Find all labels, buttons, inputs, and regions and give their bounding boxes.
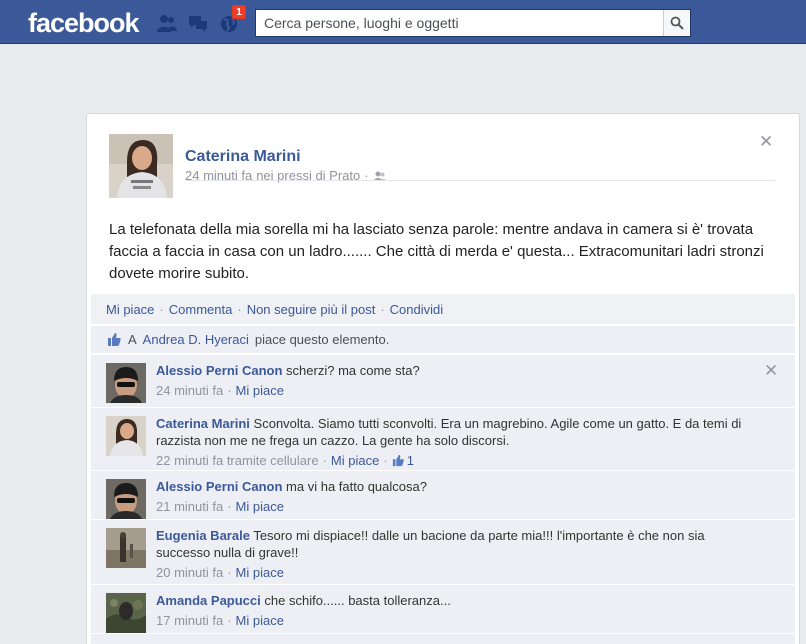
- commenter-avatar[interactable]: [106, 363, 146, 403]
- comment-link[interactable]: Commenta: [169, 302, 233, 317]
- comment-time[interactable]: 22 minuti fa tramite cellulare: [156, 452, 319, 469]
- comment-time[interactable]: 17 minuti fa: [156, 612, 223, 629]
- facebook-logo[interactable]: facebook: [28, 8, 140, 39]
- comment-time[interactable]: 21 minuti fa: [156, 498, 223, 515]
- comment-body: Alessio Perni Canon scherzi? ma come sta…: [156, 362, 756, 399]
- comment-time[interactable]: 24 minuti fa: [156, 382, 223, 399]
- comment-text: ma vi ha fatto qualcosa?: [286, 479, 427, 494]
- close-icon[interactable]: ✕: [764, 361, 778, 381]
- author-avatar[interactable]: [109, 134, 173, 198]
- comment-like-link[interactable]: Mi piace: [236, 564, 284, 581]
- comment-meta: 21 minuti fa · Mi piace: [156, 498, 756, 515]
- commenter-name[interactable]: Amanda Papucci: [156, 593, 261, 608]
- comment-item: Caterina Marini Sconvolta. Siamo tutti s…: [91, 408, 795, 470]
- comment-like-link[interactable]: Mi piace: [236, 382, 284, 399]
- header-divider: [185, 180, 775, 181]
- comment-body: Caterina Marini Sconvolta. Siamo tutti s…: [156, 415, 756, 469]
- comment-body: Alessio Perni Canon ma vi ha fatto qualc…: [156, 478, 756, 515]
- separator-dot: ·: [383, 453, 388, 468]
- post-author-name[interactable]: Caterina Marini: [185, 148, 301, 166]
- comment-like-count[interactable]: 1: [407, 452, 414, 469]
- comment-time[interactable]: 20 minuti fa: [156, 564, 223, 581]
- comment-item: Alessio Perni Canon ma vi ha fatto qualc…: [91, 471, 795, 519]
- separator-dot: ·: [380, 301, 385, 317]
- commenter-name[interactable]: Alessio Perni Canon: [156, 363, 282, 378]
- commenter-name[interactable]: Alessio Perni Canon: [156, 479, 282, 494]
- like-link[interactable]: Mi piace: [106, 302, 154, 317]
- comment-meta: 17 minuti fa · Mi piace: [156, 612, 756, 629]
- comment-item: Eugenia Barale Tesoro mi dispiace!! dall…: [91, 520, 795, 584]
- comment-body: Amanda Papucci che schifo...... basta to…: [156, 592, 756, 629]
- share-link[interactable]: Condividi: [390, 302, 443, 317]
- commenter-name[interactable]: Eugenia Barale: [156, 528, 250, 543]
- top-bar: facebook 1: [0, 0, 806, 44]
- unfollow-link[interactable]: Non seguire più il post: [247, 302, 376, 317]
- comment-item: Alessio Perni Canon scherzi? ma come sta…: [91, 355, 795, 407]
- like-thumb-icon: [392, 454, 404, 467]
- likes-summary: A Andrea D. Hyeraci piace questo element…: [91, 326, 795, 353]
- comment-meta: 24 minuti fa · Mi piace: [156, 382, 756, 399]
- messages-icon[interactable]: [187, 13, 209, 33]
- separator-dot: ·: [227, 565, 232, 580]
- comment-like-link[interactable]: Mi piace: [331, 452, 379, 469]
- search-bar: [255, 9, 691, 37]
- post-actions: Mi piace · Commenta · Non seguire più il…: [91, 294, 795, 324]
- comment-text: che schifo...... basta tolleranza...: [264, 593, 451, 608]
- post-text: La telefonata della mia sorella mi ha la…: [109, 221, 764, 282]
- comment-item: Amanda Papucci che schifo...... basta to…: [91, 585, 795, 633]
- close-icon[interactable]: ✕: [759, 132, 773, 152]
- comment-meta: 20 minuti fa · Mi piace: [156, 564, 756, 581]
- friend-requests-icon[interactable]: [156, 13, 178, 33]
- separator-dot: ·: [227, 499, 232, 514]
- separator-dot: ·: [159, 301, 164, 317]
- commenter-avatar[interactable]: [106, 528, 146, 568]
- likes-prefix: A: [128, 332, 137, 347]
- commenter-avatar[interactable]: [106, 479, 146, 519]
- post-card: Caterina Marini 24 minuti fa nei pressi …: [86, 113, 800, 644]
- search-button[interactable]: [663, 10, 690, 36]
- comment-body: Eugenia Barale Tesoro mi dispiace!! dall…: [156, 527, 756, 581]
- commenter-name[interactable]: Caterina Marini: [156, 416, 250, 431]
- like-thumb-icon: [108, 333, 121, 346]
- comment-meta: 22 minuti fa tramite cellulare · Mi piac…: [156, 452, 756, 469]
- notification-badge[interactable]: 1: [232, 5, 246, 19]
- separator-dot: ·: [237, 301, 242, 317]
- search-icon: [670, 16, 684, 30]
- liker-name[interactable]: Andrea D. Hyeraci: [143, 332, 249, 347]
- comment-item: [91, 634, 795, 644]
- comment-text: scherzi? ma come sta?: [286, 363, 420, 378]
- separator-dot: ·: [322, 453, 327, 468]
- separator-dot: ·: [227, 383, 232, 398]
- comment-like-link[interactable]: Mi piace: [236, 612, 284, 629]
- search-input[interactable]: [256, 10, 663, 36]
- likes-suffix: piace questo elemento.: [254, 332, 390, 347]
- commenter-avatar[interactable]: [106, 416, 146, 456]
- separator-dot: ·: [227, 613, 232, 628]
- comment-like-link[interactable]: Mi piace: [236, 498, 284, 515]
- commenter-avatar[interactable]: [106, 593, 146, 633]
